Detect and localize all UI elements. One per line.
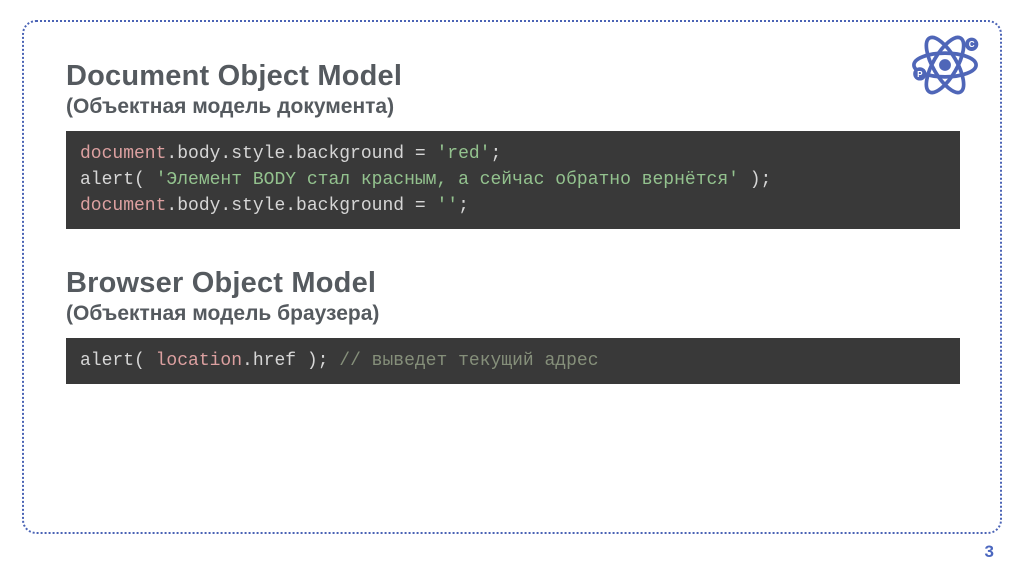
code-token: location <box>156 351 242 371</box>
svg-text:P: P <box>917 70 923 79</box>
dom-code-block: document.body.style.background = 'red'; … <box>66 131 960 229</box>
code-token: .body.style.background = <box>166 196 436 216</box>
dom-heading: Document Object Model <box>66 60 960 93</box>
code-token: ); <box>739 170 771 190</box>
bom-subheading: (Объектная модель браузера) <box>66 302 960 326</box>
code-token: alert <box>80 170 134 190</box>
code-token: .body.style.background = <box>166 144 436 164</box>
code-token: 'red' <box>436 144 490 164</box>
code-token: alert <box>80 351 134 371</box>
code-token: ; <box>490 144 501 164</box>
code-token: document <box>80 144 166 164</box>
page-number: 3 <box>985 542 994 562</box>
atom-logo-icon: C P <box>908 28 982 102</box>
dom-subheading: (Объектная модель документа) <box>66 95 960 119</box>
bom-heading: Browser Object Model <box>66 267 960 300</box>
svg-text:C: C <box>969 40 975 49</box>
code-token: 'Элемент BODY стал красным, а сейчас обр… <box>156 170 739 190</box>
code-token: .href ); <box>242 351 328 371</box>
code-token: ; <box>458 196 469 216</box>
code-token: // выведет текущий адрес <box>328 351 598 371</box>
code-token: document <box>80 196 166 216</box>
code-token: ( <box>134 170 156 190</box>
code-token: '' <box>436 196 458 216</box>
code-token: ( <box>134 351 156 371</box>
bom-code-block: alert( location.href ); // выведет текущ… <box>66 338 960 384</box>
slide-frame: C P Document Object Model (Объектная мод… <box>22 20 1002 534</box>
